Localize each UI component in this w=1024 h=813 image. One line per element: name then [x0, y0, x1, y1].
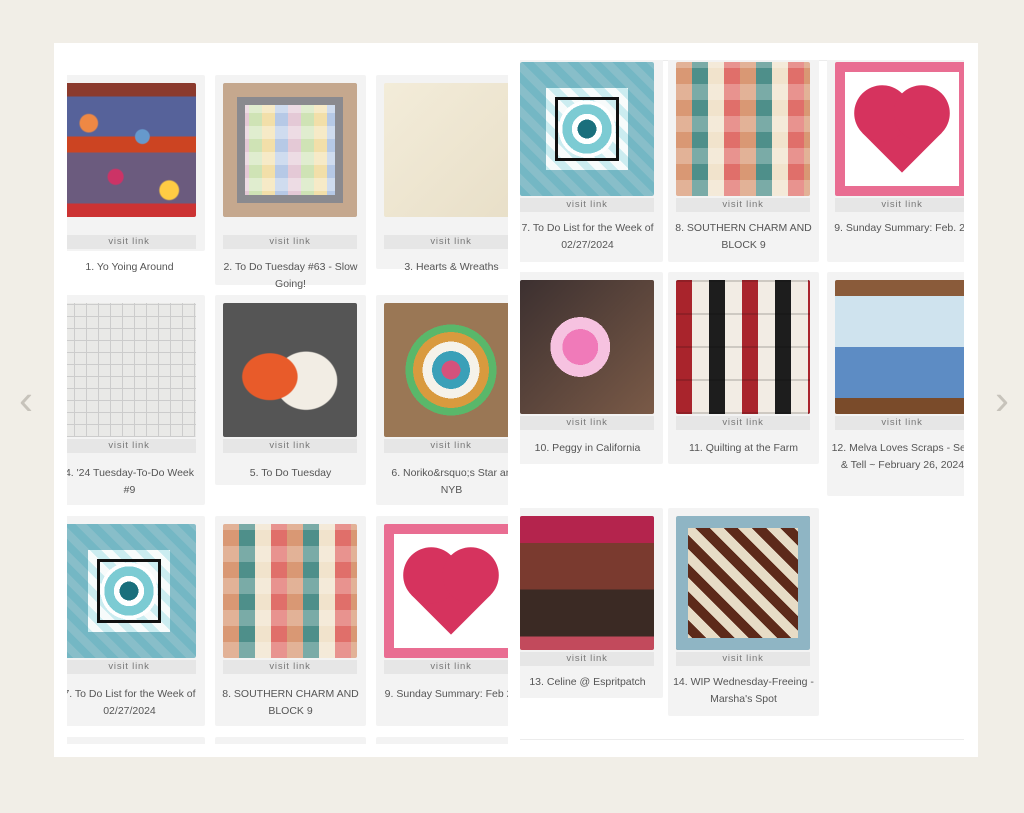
gallery-tile[interactable]: visit link 8. SOUTHERN CHARM AND BLOCK 9 [668, 60, 819, 262]
gallery-tile[interactable] [376, 737, 508, 744]
gallery-tile[interactable]: visit link 13. Celine @ Espritpatch [520, 508, 663, 698]
tile-caption[interactable]: 1. Yo Yoing Around [67, 259, 201, 276]
visit-link[interactable]: visit link [384, 439, 508, 453]
gallery-tile[interactable]: visit link 1. Yo Yoing Around [67, 75, 205, 273]
thumbnail-image[interactable] [676, 280, 810, 414]
gallery-tile[interactable]: visit link 9. Sunday Summary: Feb. 25 [827, 60, 964, 262]
tile-caption[interactable]: 4. '24 Tuesday-To-Do Week #9 [67, 465, 201, 499]
thumbnail-image[interactable] [384, 524, 508, 658]
thumbnail-image[interactable] [520, 516, 654, 650]
tile-caption[interactable]: 10. Peggy in California [520, 440, 659, 457]
tile-caption[interactable]: 7. To Do List for the Week of 02/27/2024 [67, 686, 201, 720]
gallery-tile[interactable]: visit link 7. To Do List for the Week of… [520, 60, 663, 262]
visit-link[interactable]: visit link [223, 439, 357, 453]
visit-link[interactable]: visit link [67, 235, 196, 249]
gallery-tile[interactable] [67, 737, 205, 744]
visit-link[interactable]: visit link [384, 235, 508, 249]
thumbnail-image[interactable] [67, 303, 196, 437]
visit-link[interactable]: visit link [676, 416, 810, 430]
visit-link[interactable]: visit link [676, 652, 810, 666]
gallery-tile[interactable]: visit link 4. '24 Tuesday-To-Do Week #9 [67, 295, 205, 505]
visit-link[interactable]: visit link [223, 660, 357, 674]
thumbnail-image[interactable] [835, 62, 964, 196]
thumbnail-image[interactable] [384, 83, 508, 217]
gallery-tile[interactable]: visit link 7. To Do List for the Week of… [67, 516, 205, 726]
thumbnail-image[interactable] [223, 303, 357, 437]
gallery-tile[interactable]: visit link 3. Hearts & Wreaths [376, 75, 508, 273]
gallery-tile[interactable] [215, 737, 366, 744]
tile-caption[interactable]: 3. Hearts & Wreaths [380, 259, 508, 276]
tile-caption[interactable]: 2. To Do Tuesday #63 - Slow Going! [219, 259, 362, 293]
thumbnail-image[interactable] [384, 303, 508, 437]
gallery-tile[interactable]: visit link 8. SOUTHERN CHARM AND BLOCK 9 [215, 516, 366, 726]
visit-link[interactable]: visit link [835, 416, 964, 430]
visit-link[interactable]: visit link [520, 198, 654, 212]
visit-link[interactable]: visit link [67, 660, 196, 674]
gallery-tile[interactable]: visit link 5. To Do Tuesday [215, 295, 366, 485]
gallery-tile[interactable]: visit link 10. Peggy in California [520, 272, 663, 464]
gallery-tile[interactable]: visit link 2. To Do Tuesday #63 - Slow G… [215, 75, 366, 290]
tile-caption[interactable]: 14. WIP Wednesday-Freeing - Marsha's Spo… [672, 674, 815, 708]
gallery-page-left: visit link 1. Yo Yoing Around visit link… [67, 60, 508, 744]
thumbnail-image[interactable] [67, 524, 196, 658]
visit-link[interactable]: visit link [67, 439, 196, 453]
thumbnail-image[interactable] [223, 83, 357, 217]
next-arrow-icon[interactable]: › [990, 379, 1014, 421]
thumbnail-image[interactable] [676, 516, 810, 650]
previous-arrow-icon[interactable]: ‹ [14, 379, 38, 421]
tile-caption[interactable]: 8. SOUTHERN CHARM AND BLOCK 9 [219, 686, 362, 720]
gallery-tile[interactable]: visit link 9. Sunday Summary: Feb 25 [376, 516, 508, 726]
tile-caption[interactable]: 8. SOUTHERN CHARM AND BLOCK 9 [672, 220, 815, 254]
thumbnail-image[interactable] [520, 62, 654, 196]
gallery-tile[interactable]: visit link 14. WIP Wednesday-Freeing - M… [668, 508, 819, 716]
tile-caption[interactable]: 9. Sunday Summary: Feb. 25 [831, 220, 964, 237]
gallery-tile[interactable]: visit link 6. Noriko&rsquo;s Star an NYB [376, 295, 508, 505]
tile-caption[interactable]: 11. Quilting at the Farm [672, 440, 815, 457]
thumbnail-image[interactable] [223, 524, 357, 658]
thumbnail-image[interactable] [835, 280, 964, 414]
visit-link[interactable]: visit link [676, 198, 810, 212]
tile-caption[interactable]: 12. Melva Loves Scraps - Sew & Tell ~ Fe… [831, 440, 964, 474]
thumbnail-image[interactable] [67, 83, 196, 217]
gallery-page-right: visit link 7. To Do List for the Week of… [520, 60, 964, 744]
tile-caption[interactable]: 9. Sunday Summary: Feb 25 [380, 686, 508, 703]
visit-link[interactable]: visit link [835, 198, 964, 212]
tile-caption[interactable]: 13. Celine @ Espritpatch [520, 674, 659, 691]
thumbnail-image[interactable] [520, 280, 654, 414]
visit-link[interactable]: visit link [384, 660, 508, 674]
tile-caption[interactable]: 5. To Do Tuesday [219, 465, 362, 482]
visit-link[interactable]: visit link [520, 416, 654, 430]
visit-link[interactable]: visit link [223, 235, 357, 249]
divider [520, 739, 964, 740]
tile-caption[interactable]: 7. To Do List for the Week of 02/27/2024 [520, 220, 659, 254]
gallery-tile[interactable]: visit link 12. Melva Loves Scraps - Sew … [827, 272, 964, 496]
gallery-tile[interactable]: visit link 11. Quilting at the Farm [668, 272, 819, 464]
visit-link[interactable]: visit link [520, 652, 654, 666]
thumbnail-image[interactable] [676, 62, 810, 196]
tile-caption[interactable]: 6. Noriko&rsquo;s Star an NYB [380, 465, 508, 499]
